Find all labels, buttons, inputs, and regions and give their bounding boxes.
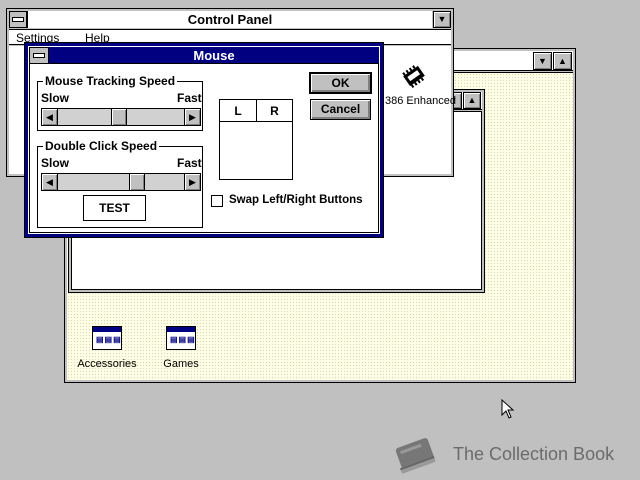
group-icon-games[interactable]: ▤▤▤ Games [151, 325, 211, 375]
right-button-indicator: R [257, 100, 292, 122]
minimize-icon: ▼ [538, 55, 547, 66]
maximize-button[interactable]: ▲ [553, 52, 572, 70]
double-click-scrollbar[interactable]: ◀ ▶ [41, 173, 201, 191]
tracking-speed-thumb[interactable] [110, 108, 127, 126]
arrow-right-icon: ▶ [189, 111, 196, 122]
mouse-pointer-icon [501, 399, 515, 419]
system-menu-icon [12, 17, 24, 22]
book-icon [395, 438, 436, 474]
control-panel-titlebar[interactable]: Control Panel [27, 11, 432, 28]
minimize-icon: ▼ [437, 14, 447, 24]
program-group-icon: ▤▤▤ [166, 326, 196, 350]
window-title: Control Panel [187, 12, 273, 27]
right-button-label: R [270, 104, 279, 118]
tracking-speed-scrollbar[interactable]: ◀ ▶ [41, 108, 201, 126]
scroll-left-button[interactable]: ◀ [41, 173, 58, 191]
scroll-track[interactable] [57, 173, 185, 191]
swap-buttons-label[interactable]: Swap Left/Right Buttons [229, 194, 363, 206]
icon-386-enhanced[interactable]: 386 Enhanced [381, 63, 456, 111]
dialog-system-menu[interactable] [29, 47, 49, 64]
scroll-right-button[interactable]: ▶ [184, 108, 201, 126]
arrow-left-icon: ◀ [46, 176, 53, 187]
control-panel-system-menu[interactable] [9, 11, 27, 28]
watermark-text: The Collection Book [453, 444, 615, 464]
watermark: The Collection Book [388, 432, 628, 476]
double-click-thumb[interactable] [128, 173, 145, 191]
icon-label: 386 Enhanced [385, 95, 456, 107]
mouse-dialog: Mouse Mouse Tracking Speed Slow Fast ◀ ▶… [24, 42, 384, 238]
scroll-right-button[interactable]: ▶ [184, 173, 201, 191]
swap-buttons-checkbox[interactable] [211, 195, 223, 207]
test-label: TEST [99, 201, 130, 215]
mouse-graphic: L R [219, 99, 293, 180]
dialog-title: Mouse [193, 48, 235, 63]
left-button-label: L [234, 104, 242, 118]
ok-label: OK [331, 76, 350, 90]
arrow-left-icon: ◀ [46, 111, 53, 122]
tracking-fast-label: Fast [177, 91, 202, 105]
tracking-slow-label: Slow [41, 91, 70, 105]
double-click-slow-label: Slow [41, 156, 70, 170]
cancel-label: Cancel [320, 102, 361, 116]
group-label: Games [163, 358, 199, 370]
maximize-icon: ▲ [558, 55, 567, 66]
scroll-left-button[interactable]: ◀ [41, 108, 58, 126]
arrow-right-icon: ▶ [189, 176, 196, 187]
double-click-label: Double Click Speed [43, 139, 160, 153]
double-click-fast-label: Fast [177, 156, 202, 170]
group-maximize-button[interactable]: ▲ [463, 92, 481, 109]
control-panel-minimize-button[interactable]: ▼ [433, 11, 451, 28]
group-icon-accessories[interactable]: ▤▤▤ Accessories [75, 325, 139, 375]
test-area[interactable]: TEST [83, 195, 146, 221]
system-menu-icon [33, 53, 45, 58]
minimize-button[interactable]: ▼ [533, 52, 552, 70]
maximize-icon: ▲ [467, 95, 477, 105]
left-button-indicator: L [220, 100, 257, 122]
program-group-icon: ▤▤▤ [92, 326, 122, 350]
ok-button[interactable]: OK [309, 72, 372, 94]
group-label: Accessories [77, 358, 137, 370]
cancel-button[interactable]: Cancel [310, 99, 371, 120]
dialog-titlebar[interactable]: Mouse [49, 47, 379, 64]
chip-icon [402, 65, 425, 88]
tracking-speed-label: Mouse Tracking Speed [43, 74, 178, 88]
